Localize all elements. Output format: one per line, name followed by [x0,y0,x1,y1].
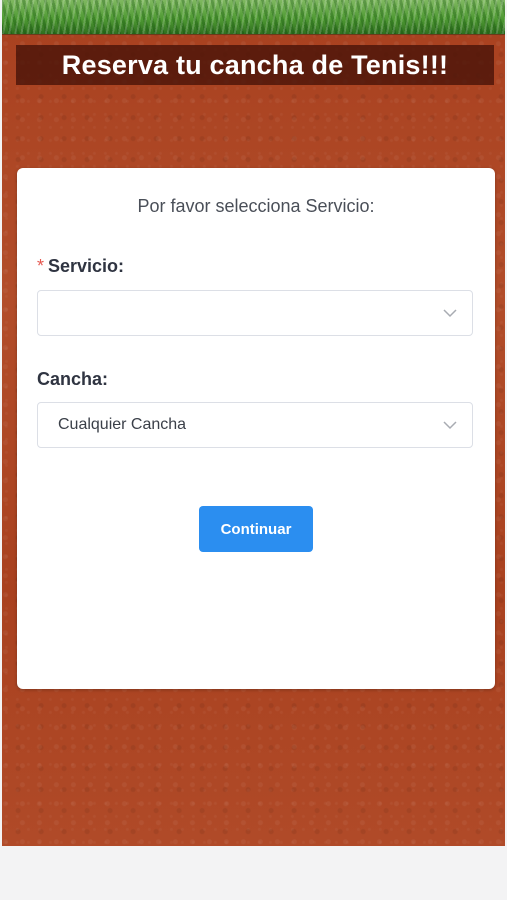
required-marker: * [37,256,45,276]
title-banner: Reserva tu cancha de Tenis!!! [16,45,494,85]
servicio-label-text: Servicio: [48,256,125,276]
service-prompt: Por favor selecciona Servicio: [137,196,375,216]
servicio-select[interactable] [37,290,473,336]
chevron-down-icon [443,309,457,318]
cancha-select-value: Cualquier Cancha [58,416,187,433]
booking-card: Por favor selecciona Servicio: * Servicio… [17,168,495,689]
cancha-label: Cancha: [37,369,109,389]
servicio-label: * Servicio: [37,256,124,277]
grass-strip [2,0,505,35]
cancha-select[interactable]: Cualquier Cancha [37,402,473,448]
tennis-clay-background: Reserva tu cancha de Tenis!!! Por favor … [2,0,505,846]
chevron-down-icon [443,421,457,430]
page: Reserva tu cancha de Tenis!!! Por favor … [0,0,507,900]
continue-button[interactable]: Continuar [199,506,313,552]
page-title: Reserva tu cancha de Tenis!!! [61,49,449,80]
